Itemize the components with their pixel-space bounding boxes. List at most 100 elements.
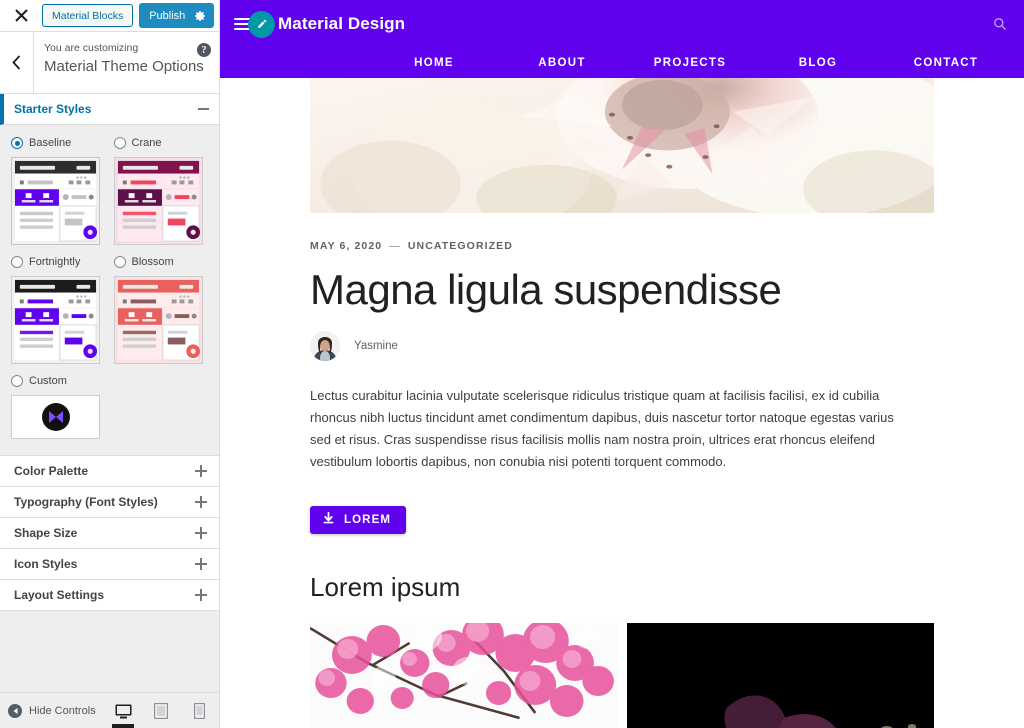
accordion-label: Layout Settings [14,588,105,602]
accordion-typography-font-styles[interactable]: Typography (Font Styles) [0,487,219,518]
gallery-heading: Lorem ipsum [310,572,461,603]
material-blocks-button[interactable]: Material Blocks [42,4,134,27]
post-article: MAY 6, 2020 — UNCATEGORIZED Magna ligula… [220,240,1024,728]
radio-fortnightly[interactable] [11,256,23,268]
customizing-subtitle: You are customizing [44,42,139,54]
desktop-icon[interactable] [111,694,135,728]
site-header-top: Material Design [220,0,1024,48]
nav-item-projects[interactable]: PROJECTS [626,57,754,69]
post-meta: MAY 6, 2020 — UNCATEGORIZED [310,240,934,252]
style-option-blossom[interactable]: Blossom [113,253,209,364]
publish-label: Publish [149,9,186,22]
customizer-sidebar: Material Blocks Publish You are customiz… [0,0,220,728]
post-author: Yasmine [310,331,934,362]
download-icon [322,511,335,528]
radio-row-fortnightly[interactable]: Fortnightly [11,253,106,271]
page-title: Material Theme Options [44,58,204,75]
nav-item-about[interactable]: ABOUT [498,57,626,69]
image-gallery [310,623,934,728]
sidebar-filler [0,611,219,692]
customizer-screen: Material Blocks Publish You are customiz… [0,0,1024,728]
author-name: Yasmine [354,340,398,353]
style-label: Fortnightly [29,256,81,268]
tablet-icon[interactable] [149,694,173,728]
avatar [310,331,340,362]
radio-custom[interactable] [11,375,23,387]
close-icon[interactable] [4,0,38,31]
hero-image [310,78,934,213]
nav-item-blog[interactable]: BLOG [754,57,882,69]
chevron-left-icon[interactable] [0,32,34,93]
gallery-right-column [627,623,934,728]
style-thumbnail-blossom[interactable] [113,276,203,364]
post-date: MAY 6, 2020 [310,240,383,252]
plus-icon[interactable] [195,558,207,570]
accordion-color-palette[interactable]: Color Palette [0,456,219,487]
style-label: Baseline [29,137,72,149]
plus-icon[interactable] [195,465,207,477]
gear-icon[interactable] [194,10,206,22]
radio-blossom[interactable] [113,256,126,268]
accordion-label: Color Palette [14,464,89,478]
starter-styles-grid: Baseline Crane Fortnightly Blossom [11,134,208,372]
style-label: Blossom [131,256,174,268]
custom-label: Custom [29,375,67,387]
site-brand: Material Design [278,14,406,33]
lorem-button[interactable]: LOREM [310,506,407,535]
hide-controls-label: Hide Controls [29,704,96,717]
lorem-button-label: LOREM [344,514,392,527]
accordion-label: Icon Styles [14,557,78,571]
customizer-footer: Hide Controls [0,692,219,728]
hide-controls-button[interactable]: Hide Controls [8,703,96,718]
radio-row-blossom[interactable]: Blossom [113,253,209,271]
settings-accordion: Color Palette Typography (Font Styles) S… [0,455,219,611]
style-label: Crane [131,137,162,149]
style-option-fortnightly[interactable]: Fortnightly [11,253,106,364]
meta-separator: — [389,240,401,252]
pencil-logo-icon[interactable] [248,10,275,38]
style-option-custom[interactable]: Custom [11,372,208,439]
custom-radio-row[interactable]: Custom [11,372,208,390]
radio-row-baseline[interactable]: Baseline [11,134,106,152]
material-blocks-label: Material Blocks [52,9,124,22]
radio-crane[interactable] [113,137,126,149]
dark-orchid-image[interactable] [627,623,934,728]
mobile-icon[interactable] [187,694,211,728]
accordion-label: Shape Size [14,526,78,540]
starter-styles-title: Starter Styles [14,102,92,116]
plus-icon[interactable] [195,527,207,539]
custom-style-icon[interactable] [11,395,100,439]
site-nav: HOME ABOUT PROJECTS BLOG CONTACT [220,48,1024,78]
publish-button[interactable]: Publish [139,3,215,28]
style-thumbnail-baseline[interactable] [11,157,100,245]
search-icon[interactable] [988,12,1012,36]
style-option-crane[interactable]: Crane [113,134,209,245]
style-thumbnail-fortnightly[interactable] [11,276,100,364]
collapse-left-icon[interactable] [8,703,22,718]
cherry-blossom-image[interactable] [310,623,617,728]
accordion-icon-styles[interactable]: Icon Styles [0,549,219,580]
accordion-label: Typography (Font Styles) [14,495,158,509]
section-starter-styles[interactable]: Starter Styles [0,94,219,125]
minus-icon[interactable] [198,108,209,110]
device-preview-group [111,693,211,728]
help-icon[interactable]: ? [197,43,211,57]
accordion-shape-size[interactable]: Shape Size [0,518,219,549]
style-thumbnail-crane[interactable] [113,157,203,245]
radio-row-crane[interactable]: Crane [113,134,209,152]
post-category[interactable]: UNCATEGORIZED [408,240,513,252]
gallery-left-column [310,623,617,728]
post-title: Magna ligula suspendisse [310,266,782,313]
nav-item-home[interactable]: HOME [370,57,498,69]
post-body: Lectus curabitur lacinia vulputate scele… [310,388,894,470]
nav-item-contact[interactable]: CONTACT [882,57,1010,69]
plus-icon[interactable] [195,496,207,508]
site-preview: Material Design HOME ABOUT PROJECTS BLOG CON… [220,0,1024,728]
accordion-layout-settings[interactable]: Layout Settings [0,580,219,611]
plus-icon[interactable] [195,589,207,601]
style-option-baseline[interactable]: Baseline [11,134,106,245]
site-header: Material Design HOME ABOUT PROJECTS BLOG CON… [220,0,1024,78]
radio-baseline[interactable] [11,137,23,149]
starter-styles-body: Baseline Crane Fortnightly Blossom Custo… [0,125,219,455]
customizer-header-text: You are customizing Material Theme Optio… [34,32,219,93]
